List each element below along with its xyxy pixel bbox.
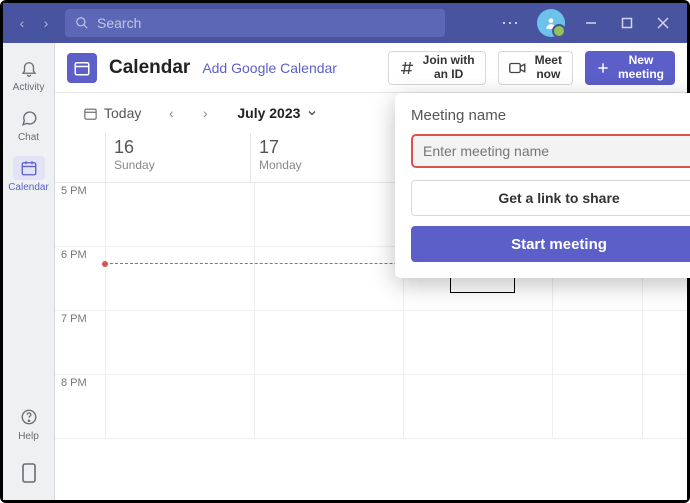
calendar-glyph-icon [73, 59, 91, 77]
rail-item-activity[interactable]: Activity [3, 51, 55, 97]
rail-label: Activity [13, 82, 45, 93]
join-with-id-button[interactable]: Join withan ID [388, 51, 486, 85]
hash-icon [399, 60, 415, 76]
rail-label: Chat [18, 132, 39, 143]
new-meeting-line2: meeting [618, 68, 664, 81]
main-content: Calendar Add Google Calendar Join withan… [55, 43, 687, 500]
day-header[interactable]: 17 Monday [250, 133, 395, 182]
hour-label: 6 PM [55, 247, 105, 310]
calendar-icon [20, 159, 38, 177]
day-number: 17 [259, 137, 387, 158]
join-id-line2: an ID [434, 68, 463, 81]
app-rail: Activity Chat Calendar Help [3, 43, 55, 500]
popup-title: Meeting name [411, 107, 506, 124]
window-close-button[interactable] [645, 3, 681, 43]
chevron-down-icon [306, 107, 318, 119]
calendar-app-icon [67, 53, 97, 83]
new-meeting-line1: New [629, 54, 654, 67]
hour-label: 7 PM [55, 311, 105, 374]
chat-icon [20, 109, 38, 127]
title-bar: ‹ › Search ⋯ [3, 3, 687, 43]
day-header[interactable]: 16 Sunday [105, 133, 250, 182]
more-options-button[interactable]: ⋯ [493, 13, 529, 34]
plus-icon [596, 61, 610, 75]
search-input[interactable]: Search [65, 9, 445, 37]
device-icon [22, 463, 36, 483]
meet-now-line2: now [536, 68, 560, 81]
window-minimize-button[interactable] [573, 3, 609, 43]
maximize-icon [621, 17, 633, 29]
get-link-button[interactable]: Get a link to share [411, 180, 690, 216]
avatar[interactable] [537, 9, 565, 37]
prev-period-button[interactable]: ‹ [159, 101, 183, 125]
join-id-line1: Join with [423, 54, 475, 67]
person-icon [544, 16, 558, 30]
video-icon [509, 61, 527, 75]
meet-now-line1: Meet [535, 54, 562, 67]
start-meeting-button[interactable]: Start meeting [411, 226, 690, 262]
month-picker[interactable]: July 2023 [237, 105, 318, 121]
day-name: Sunday [114, 158, 242, 172]
hour-label: 5 PM [55, 183, 105, 246]
meet-now-popup: Meeting name Get a link to share Start m… [395, 93, 690, 278]
rail-item-chat[interactable]: Chat [3, 101, 55, 147]
history-forward-button[interactable]: › [35, 12, 57, 34]
rail-label: Help [18, 431, 39, 442]
today-label: Today [104, 105, 141, 121]
rail-item-calendar[interactable]: Calendar [3, 151, 55, 197]
rail-label: Calendar [8, 182, 49, 193]
help-icon [20, 408, 38, 426]
search-placeholder: Search [97, 15, 141, 31]
close-icon [657, 17, 669, 29]
minimize-icon [585, 17, 597, 29]
day-number: 16 [114, 137, 242, 158]
bell-icon [20, 59, 38, 77]
month-label-text: July 2023 [237, 105, 300, 121]
add-google-calendar-link[interactable]: Add Google Calendar [202, 60, 337, 76]
new-meeting-button[interactable]: Newmeeting [585, 51, 675, 85]
meeting-name-input[interactable] [411, 134, 690, 168]
calendar-header: Calendar Add Google Calendar Join withan… [55, 43, 687, 93]
rail-item-help[interactable]: Help [3, 400, 55, 446]
history-back-button[interactable]: ‹ [11, 12, 33, 34]
window-maximize-button[interactable] [609, 3, 645, 43]
calendar-small-icon [83, 106, 98, 121]
rail-item-device[interactable] [3, 450, 55, 496]
hour-label: 8 PM [55, 375, 105, 438]
page-title: Calendar [109, 57, 190, 79]
today-button[interactable]: Today [75, 101, 149, 125]
meet-now-button[interactable]: Meetnow [498, 51, 573, 85]
day-name: Monday [259, 158, 387, 172]
next-period-button[interactable]: › [193, 101, 217, 125]
search-icon [75, 16, 89, 30]
